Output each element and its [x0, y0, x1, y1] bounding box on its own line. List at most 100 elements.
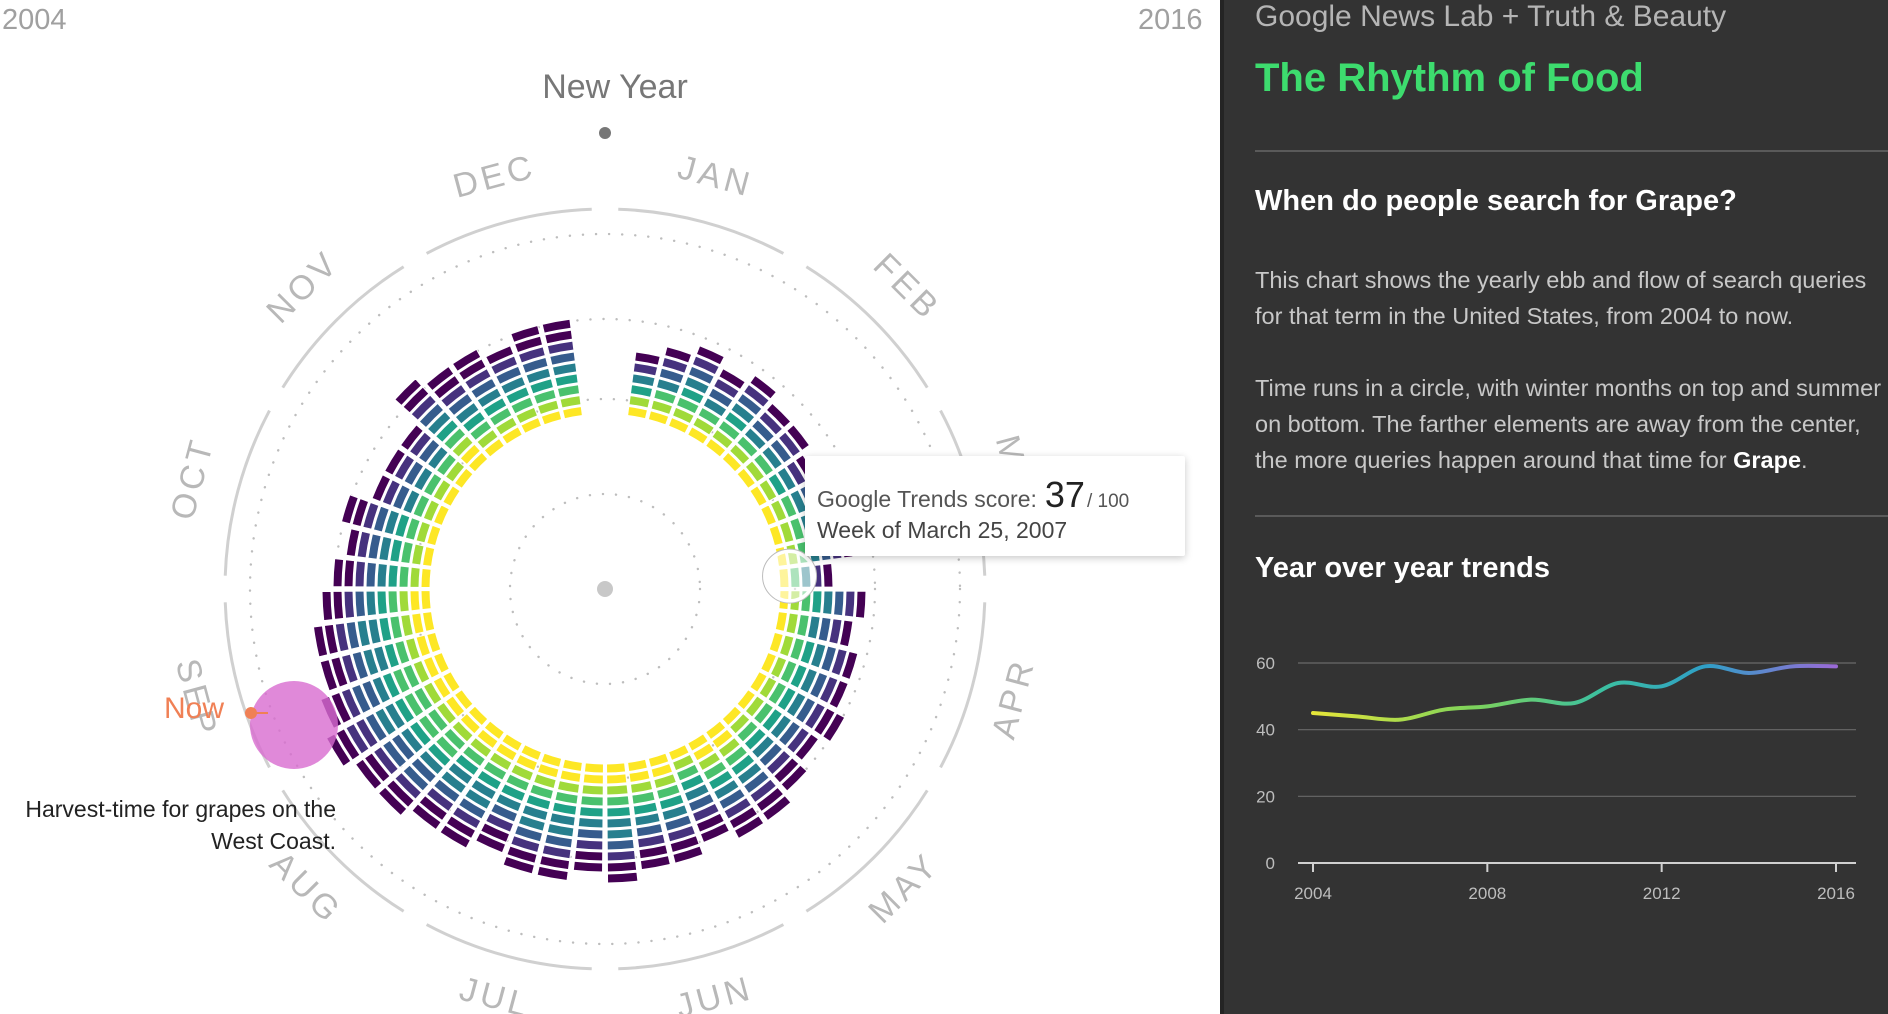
- data-cell[interactable]: [606, 849, 636, 862]
- data-cell[interactable]: [606, 762, 627, 774]
- data-cell[interactable]: [575, 838, 604, 851]
- data-cell[interactable]: [629, 384, 654, 398]
- data-cell[interactable]: [421, 545, 436, 567]
- tooltip-score-label: Google Trends score:: [817, 486, 1037, 512]
- data-cell[interactable]: [583, 762, 604, 774]
- data-cell[interactable]: [389, 615, 404, 640]
- data-cell[interactable]: [387, 564, 399, 588]
- yoy-y-tick: 60: [1256, 654, 1275, 673]
- data-cell[interactable]: [785, 612, 799, 635]
- divider: [1255, 150, 1888, 152]
- question-suffix: ?: [1719, 185, 1737, 217]
- yoy-line-chart: 0 20 40 60 2004 2008 2012 2016: [1256, 654, 1856, 903]
- data-cell[interactable]: [854, 590, 867, 619]
- data-cell[interactable]: [365, 561, 377, 588]
- data-cell[interactable]: [332, 590, 345, 620]
- data-cell[interactable]: [822, 590, 834, 616]
- data-cell[interactable]: [398, 590, 410, 613]
- data-cell[interactable]: [559, 395, 582, 409]
- data-cell[interactable]: [561, 758, 583, 773]
- data-cell[interactable]: [606, 871, 639, 884]
- data-cell[interactable]: [354, 590, 367, 618]
- data-cell[interactable]: [389, 538, 404, 563]
- data-cell[interactable]: [811, 590, 823, 614]
- data-cell[interactable]: [400, 540, 414, 565]
- data-cell[interactable]: [556, 780, 581, 794]
- hover-marker[interactable]: [762, 549, 817, 604]
- data-cell[interactable]: [606, 817, 633, 829]
- data-cell[interactable]: [400, 613, 414, 638]
- question-heading: When do people search for Grape?: [1255, 185, 1737, 218]
- month-label: JUL: [456, 970, 536, 1014]
- data-cell[interactable]: [631, 790, 656, 805]
- data-cell[interactable]: [554, 790, 579, 805]
- data-cell[interactable]: [796, 613, 810, 638]
- data-cell[interactable]: [628, 395, 651, 409]
- data-cell[interactable]: [580, 795, 604, 807]
- new-year-label: New Year: [542, 68, 688, 106]
- data-cell[interactable]: [806, 615, 821, 640]
- data-cell[interactable]: [343, 559, 356, 588]
- yoy-y-tick: 40: [1256, 721, 1275, 740]
- data-cell[interactable]: [578, 806, 604, 818]
- data-cell[interactable]: [572, 860, 604, 873]
- data-cell[interactable]: [577, 817, 604, 829]
- data-cell[interactable]: [606, 795, 630, 807]
- data-cell[interactable]: [376, 562, 388, 588]
- data-cell[interactable]: [354, 560, 367, 588]
- data-cell[interactable]: [606, 806, 632, 818]
- data-cell[interactable]: [629, 780, 654, 794]
- data-cell[interactable]: [421, 611, 436, 633]
- tooltip-score-max: / 100: [1086, 491, 1130, 512]
- para2-line-3-prefix: the more queries happen around that time…: [1255, 447, 1734, 473]
- data-cell[interactable]: [574, 849, 604, 862]
- para2-line-3-suffix: .: [1801, 447, 1808, 473]
- data-cell[interactable]: [843, 590, 856, 618]
- data-cell[interactable]: [556, 384, 581, 398]
- data-cell[interactable]: [332, 558, 345, 588]
- data-cell[interactable]: [606, 827, 634, 840]
- data-cell[interactable]: [554, 373, 579, 388]
- description-paragraph-2: Time runs in a circle, with winter month…: [1255, 370, 1888, 478]
- data-cell[interactable]: [411, 612, 425, 635]
- radial-chart-panel: JANFEBMARAPRMAYJUNJULAUGSEPOCTNOVDEC 200…: [0, 0, 1220, 1014]
- outer-ring-arc: [425, 207, 592, 255]
- data-cell[interactable]: [774, 611, 789, 633]
- data-cell[interactable]: [409, 566, 421, 588]
- data-cell[interactable]: [420, 590, 432, 611]
- data-cell[interactable]: [321, 590, 334, 622]
- annotation-line-2: West Coast.: [211, 828, 336, 854]
- data-cell[interactable]: [387, 590, 399, 614]
- data-cell[interactable]: [581, 784, 604, 796]
- search-term: Grape: [1635, 185, 1720, 217]
- data-cell[interactable]: [606, 773, 628, 785]
- data-cell[interactable]: [420, 567, 432, 588]
- data-cell[interactable]: [606, 784, 629, 796]
- data-cell[interactable]: [833, 590, 845, 617]
- tooltip-score-value: 37: [1044, 474, 1085, 515]
- data-cell[interactable]: [559, 769, 582, 783]
- data-cell[interactable]: [582, 773, 604, 785]
- data-cell[interactable]: [376, 590, 388, 616]
- data-cell[interactable]: [606, 838, 635, 851]
- data-cell[interactable]: [606, 860, 638, 873]
- data-cell[interactable]: [343, 590, 356, 619]
- data-cell[interactable]: [576, 827, 604, 840]
- data-cell[interactable]: [365, 590, 377, 617]
- question-prefix: When do people search for: [1255, 185, 1636, 217]
- now-label: Now: [164, 692, 225, 725]
- now-highlight: [250, 681, 338, 769]
- data-cell[interactable]: [409, 590, 421, 612]
- data-cell[interactable]: [561, 405, 583, 420]
- data-cell[interactable]: [627, 405, 649, 420]
- data-cell[interactable]: [822, 562, 834, 588]
- data-cell[interactable]: [628, 769, 651, 783]
- data-cell[interactable]: [398, 565, 410, 588]
- data-cell[interactable]: [627, 758, 649, 773]
- new-year-marker: [599, 127, 611, 139]
- data-cell[interactable]: [631, 373, 656, 388]
- para1-line-1: This chart shows the yearly ebb and flow…: [1255, 267, 1867, 293]
- para1-line-2: for that term in the United States, from…: [1255, 303, 1794, 329]
- month-label: OCT: [163, 433, 221, 524]
- data-cell[interactable]: [411, 543, 425, 566]
